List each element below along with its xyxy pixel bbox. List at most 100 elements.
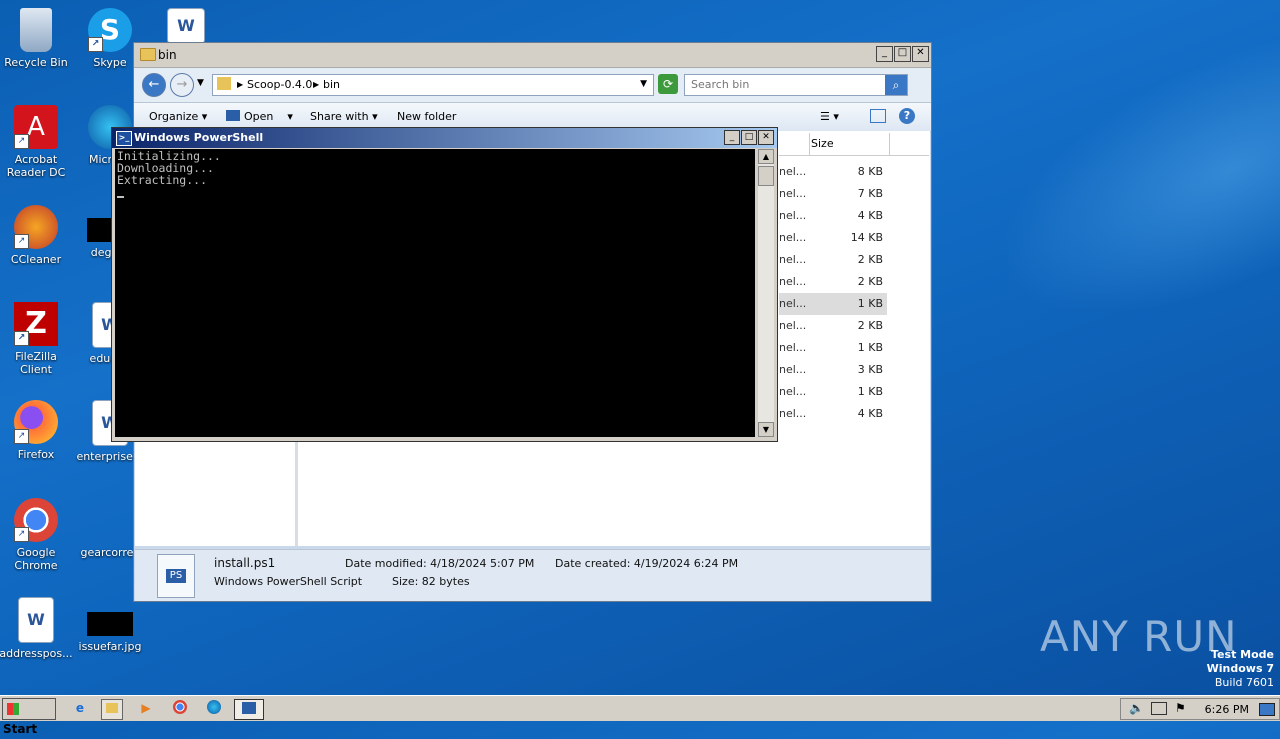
explorer-titlebar[interactable]: bin _ □ ✕: [134, 43, 931, 68]
file-row[interactable]: nel... 2 KB: [779, 249, 887, 271]
maximize-button[interactable]: □: [894, 46, 911, 62]
show-desktop-icon[interactable]: [1259, 703, 1275, 716]
close-button[interactable]: ✕: [912, 46, 929, 62]
chrome-icon: ↗: [14, 498, 58, 542]
new-folder-button[interactable]: New folder: [397, 110, 456, 123]
type-column-header[interactable]: [779, 133, 810, 155]
file-row[interactable]: nel... 3 KB: [779, 359, 887, 381]
folder-icon: [217, 77, 231, 90]
file-row[interactable]: nel... 4 KB: [779, 205, 887, 227]
back-button[interactable]: ←: [142, 73, 166, 97]
file-type-cell: nel...: [779, 275, 807, 288]
test-mode-notice: Test Mode Windows 7 Build 7601: [1207, 648, 1274, 690]
search-icon[interactable]: ⌕: [885, 75, 907, 95]
desktop-icon-issuefar[interactable]: issuefar.jpg: [72, 612, 148, 653]
breadcrumb-bin[interactable]: bin: [323, 78, 340, 91]
desktop-icon-chrome[interactable]: ↗ Google Chrome: [0, 498, 74, 572]
edge-taskbar-icon[interactable]: [204, 699, 224, 718]
scroll-down-icon[interactable]: ▼: [758, 422, 774, 437]
address-dropdown-icon[interactable]: ▼: [640, 79, 647, 89]
recent-pages-dropdown-icon[interactable]: ▼: [197, 78, 204, 88]
file-type-cell: nel...: [779, 231, 807, 244]
breadcrumb-scoop[interactable]: Scoop-0.4.0: [247, 78, 312, 91]
shortcut-arrow-icon: ↗: [14, 134, 29, 149]
scroll-up-icon[interactable]: ▲: [758, 149, 774, 164]
help-icon[interactable]: ?: [899, 108, 915, 124]
organize-button[interactable]: Organize ▾: [149, 110, 207, 123]
search-input[interactable]: [691, 78, 881, 91]
shortcut-arrow-icon: ↗: [14, 234, 29, 249]
share-with-button[interactable]: Share with ▾: [310, 110, 378, 123]
file-row[interactable]: nel... 1 KB: [779, 293, 887, 315]
firefox-icon: ↗: [14, 400, 58, 444]
powershell-taskbar-icon[interactable]: [234, 699, 264, 720]
minimize-button[interactable]: _: [876, 46, 893, 62]
preview-pane-icon[interactable]: [870, 109, 886, 123]
file-row[interactable]: nel... 7 KB: [779, 183, 887, 205]
file-row[interactable]: nel... 4 KB: [779, 403, 887, 425]
folder-icon: [140, 48, 156, 61]
address-bar[interactable]: ▶ Scoop-0.4.0 ▶ bin ▼: [212, 74, 654, 96]
size-column-header[interactable]: Size: [811, 137, 834, 150]
console-output[interactable]: Initializing... Downloading... Extractin…: [115, 149, 755, 437]
file-type-cell: nel...: [779, 187, 807, 200]
volume-icon[interactable]: 🔈: [1129, 701, 1144, 715]
desktop-icon-filezilla[interactable]: Z ↗ FileZilla Client: [0, 302, 74, 376]
action-center-flag-icon[interactable]: ⚑: [1175, 701, 1186, 715]
file-size-cell: 2 KB: [857, 253, 883, 266]
file-size-cell: 1 KB: [857, 341, 883, 354]
start-button[interactable]: Start: [2, 698, 56, 736]
clock[interactable]: 6:26 PM: [1205, 703, 1249, 716]
file-type-cell: nel...: [779, 385, 807, 398]
filezilla-icon: Z ↗: [14, 302, 58, 346]
open-button[interactable]: Open ▾: [226, 110, 293, 123]
file-row[interactable]: nel... 1 KB: [779, 381, 887, 403]
windows-version-line: Windows 7: [1206, 662, 1274, 675]
explorer-title: bin: [158, 48, 177, 62]
powershell-titlebar[interactable]: >_ Windows PowerShell _ □ ✕: [112, 128, 777, 148]
desktop-icon-recycle-bin[interactable]: Recycle Bin: [0, 8, 74, 69]
explorer-taskbar-icon[interactable]: [101, 699, 123, 720]
view-options-icon[interactable]: ☰ ▾: [820, 110, 839, 123]
file-size-cell: 2 KB: [857, 319, 883, 332]
image-file-icon: [87, 612, 133, 636]
file-type-cell: nel...: [779, 297, 807, 310]
shortcut-arrow-icon: ↗: [14, 331, 29, 346]
desktop-icon-firefox[interactable]: ↗ Firefox: [0, 400, 74, 461]
ie-taskbar-icon[interactable]: e: [70, 699, 90, 718]
maximize-button[interactable]: □: [741, 130, 757, 145]
chrome-taskbar-icon[interactable]: [170, 699, 190, 718]
test-mode-line: Test Mode: [1211, 648, 1274, 661]
file-row[interactable]: nel... 2 KB: [779, 271, 887, 293]
file-size-cell: 4 KB: [857, 407, 883, 420]
text-cursor: [117, 196, 124, 198]
network-icon[interactable]: [1151, 702, 1167, 715]
file-type-cell: nel...: [779, 407, 807, 420]
desktop-icon-acrobat[interactable]: A ↗ Acrobat Reader DC: [0, 105, 74, 179]
console-line: Downloading...: [117, 161, 214, 175]
powershell-window[interactable]: >_ Windows PowerShell _ □ ✕ Initializing…: [111, 127, 778, 442]
detail-filetype: Windows PowerShell Script: [214, 575, 363, 588]
file-row[interactable]: nel... 8 KB: [779, 161, 887, 183]
refresh-button[interactable]: ⟳: [658, 74, 678, 94]
file-row[interactable]: nel... 2 KB: [779, 315, 887, 337]
forward-button[interactable]: →: [170, 73, 194, 97]
search-box[interactable]: ⌕: [684, 74, 908, 96]
file-row[interactable]: nel... 14 KB: [779, 227, 887, 249]
word-document-icon: W: [167, 8, 205, 44]
minimize-button[interactable]: _: [724, 130, 740, 145]
build-line: Build 7601: [1214, 676, 1274, 689]
desktop-icon-addresspos[interactable]: W addresspos...: [0, 597, 74, 660]
breadcrumb-separator-icon[interactable]: ▶: [313, 80, 319, 89]
powershell-icon: [226, 110, 240, 121]
media-player-taskbar-icon[interactable]: ▶: [136, 699, 156, 718]
file-size-cell: 1 KB: [857, 385, 883, 398]
file-type-cell: nel...: [779, 341, 807, 354]
scroll-thumb[interactable]: [758, 166, 774, 186]
breadcrumb-separator-icon[interactable]: ▶: [237, 80, 243, 89]
close-button[interactable]: ✕: [758, 130, 774, 145]
desktop-icon-ccleaner[interactable]: ↗ CCleaner: [0, 205, 74, 266]
file-row[interactable]: nel... 1 KB: [779, 337, 887, 359]
wallpaper-glow: [956, 0, 1280, 376]
vertical-scrollbar[interactable]: ▲ ▼: [758, 149, 774, 437]
